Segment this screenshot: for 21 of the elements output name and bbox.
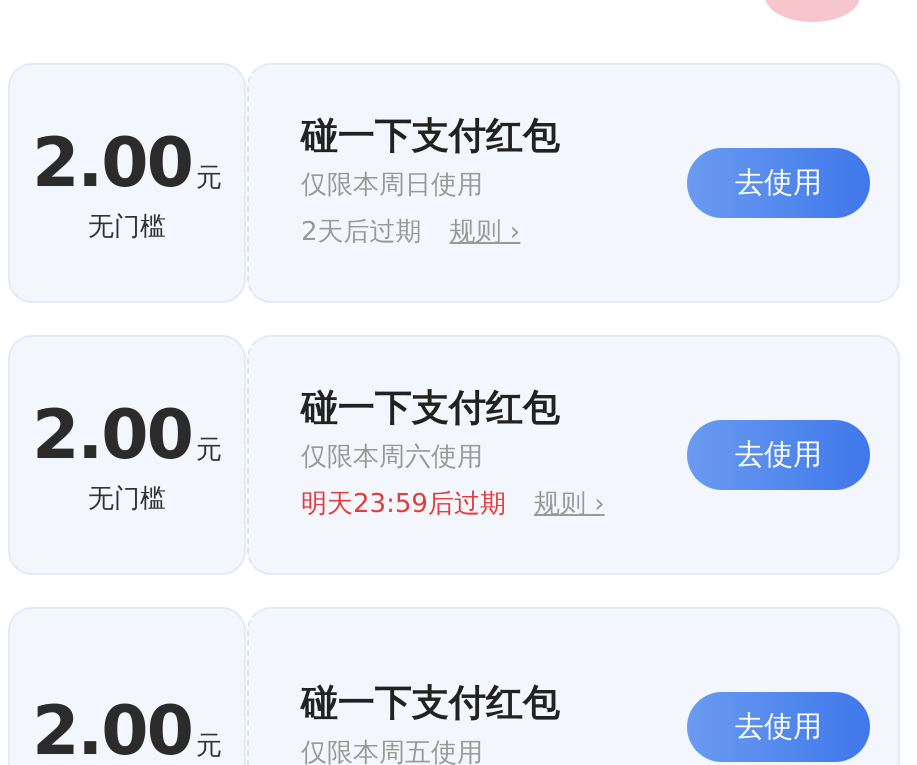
rules-link[interactable]: 规则 ›	[450, 213, 520, 252]
expiry-text: 明天23:59后过期	[301, 488, 506, 522]
coupon-amount: 2.00	[32, 130, 192, 198]
threshold-label: 无门槛	[88, 210, 166, 244]
currency-unit: 元	[196, 162, 222, 194]
threshold-label: 无门槛	[88, 482, 166, 516]
coupon-title: 碰一下支付红包	[301, 386, 561, 430]
currency-unit: 元	[196, 730, 222, 763]
use-button[interactable]: 去使用	[687, 692, 870, 762]
currency-unit: 元	[196, 434, 222, 466]
expiry-text: 2天后过期	[301, 216, 422, 250]
coupon-title: 碰一下支付红包	[301, 114, 561, 158]
coupon-title: 碰一下支付红包	[301, 681, 561, 726]
validity-text: 仅限本周六使用	[301, 441, 484, 474]
coupon-amount: 2.00	[32, 698, 192, 765]
validity-text: 仅限本周日使用	[301, 169, 484, 202]
validity-text: 仅限本周五使用	[301, 736, 484, 765]
rules-link[interactable]: 规则 ›	[534, 485, 605, 524]
use-button[interactable]: 去使用	[687, 420, 870, 490]
coupon-amount: 2.00	[32, 402, 192, 470]
use-button[interactable]: 去使用	[687, 148, 870, 218]
